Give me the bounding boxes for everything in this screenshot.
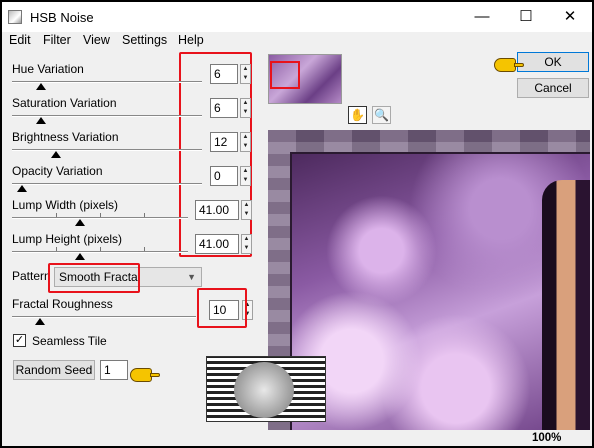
spin-up-icon[interactable]: ▲ <box>242 235 251 244</box>
slider-tick <box>144 213 145 217</box>
chevron-down-icon: ▼ <box>187 272 196 282</box>
app-icon <box>8 10 22 24</box>
lump-width-slider-thumb[interactable] <box>75 219 86 226</box>
lump-width-label: Lump Width (pixels) <box>12 198 119 212</box>
hue-variation-slider-thumb[interactable] <box>36 83 46 90</box>
hue-variation-spinner[interactable]: ▲ ▼ <box>240 64 251 84</box>
menu-edit[interactable]: Edit <box>9 33 31 47</box>
saturation-variation-spinner[interactable]: ▲ ▼ <box>240 98 251 118</box>
spin-down-icon[interactable]: ▼ <box>241 176 250 185</box>
maximize-icon[interactable]: ☐ <box>516 8 536 26</box>
spin-down-icon[interactable]: ▼ <box>241 108 250 117</box>
slider-tick <box>100 213 101 217</box>
minimize-icon[interactable]: — <box>472 8 492 26</box>
spin-down-icon[interactable]: ▼ <box>241 74 250 83</box>
menu-settings[interactable]: Settings <box>122 33 167 47</box>
pointing-hand-icon <box>494 58 524 72</box>
slider-tick <box>56 247 57 251</box>
menu-view[interactable]: View <box>83 33 110 47</box>
hue-variation-label: Hue Variation <box>12 62 84 76</box>
zoom-level: 100% <box>532 432 562 444</box>
hsb-noise-dialog: HSB Noise — ☐ ✕ Edit Filter View Setting… <box>2 2 592 446</box>
hue-variation-input[interactable]: 6 <box>210 64 238 84</box>
saturation-variation-slider-thumb[interactable] <box>36 117 46 124</box>
brightness-variation-slider-thumb[interactable] <box>51 151 62 158</box>
opacity-variation-track <box>12 183 202 185</box>
window-title: HSB Noise <box>30 10 94 25</box>
fractal-roughness-slider-thumb[interactable] <box>35 318 46 325</box>
roughness-highlight-box <box>197 288 247 328</box>
menu-help[interactable]: Help <box>178 33 204 47</box>
lump-height-slider-thumb[interactable] <box>75 253 86 260</box>
spin-up-icon[interactable]: ▲ <box>242 201 251 210</box>
pan-tool-icon[interactable]: ✋ <box>348 106 367 124</box>
opacity-variation-input[interactable]: 0 <box>210 166 238 186</box>
lump-height-spinner[interactable]: ▲ ▼ <box>241 234 252 254</box>
lump-width-spinner[interactable]: ▲ ▼ <box>241 200 252 220</box>
ok-button[interactable]: OK <box>517 52 589 72</box>
brightness-variation-label: Brightness Variation <box>12 130 119 144</box>
opacity-variation-slider-thumb[interactable] <box>17 185 27 192</box>
pointing-hand-icon <box>130 368 160 382</box>
spin-up-icon[interactable]: ▲ <box>241 65 250 74</box>
random-seed-button[interactable]: Random Seed <box>13 360 95 380</box>
opacity-variation-label: Opacity Variation <box>12 164 103 178</box>
spin-up-icon[interactable]: ▲ <box>241 133 250 142</box>
random-seed-input[interactable]: 1 <box>100 360 128 380</box>
spin-down-icon[interactable]: ▼ <box>242 210 251 219</box>
slider-tick <box>56 213 57 217</box>
preview-figure-image <box>542 180 590 430</box>
zoom-tool-icon[interactable]: 🔍 <box>372 106 391 124</box>
lump-height-input[interactable]: 41.00 <box>195 234 239 254</box>
lump-width-input[interactable]: 41.00 <box>195 200 239 220</box>
watermark-seal <box>234 362 294 418</box>
opacity-variation-spinner[interactable]: ▲ ▼ <box>240 166 251 186</box>
cancel-button[interactable]: Cancel <box>517 78 589 98</box>
spin-up-icon[interactable]: ▲ <box>241 99 250 108</box>
seamless-tile-checkbox[interactable]: ✓ <box>13 334 26 347</box>
screenshot-frame: HSB Noise — ☐ ✕ Edit Filter View Setting… <box>0 0 594 448</box>
lump-height-track <box>12 251 188 253</box>
menu-bar: Edit Filter View Settings Help <box>2 32 592 50</box>
spin-down-icon[interactable]: ▼ <box>242 244 251 253</box>
saturation-variation-label: Saturation Variation <box>12 96 117 110</box>
slider-tick <box>100 247 101 251</box>
menu-filter[interactable]: Filter <box>43 33 71 47</box>
pattern-label: Pattern <box>12 269 51 283</box>
spin-down-icon[interactable]: ▼ <box>241 142 250 151</box>
navigator-viewport-marker[interactable] <box>270 61 300 89</box>
seamless-tile-label: Seamless Tile <box>32 334 107 348</box>
lump-height-label: Lump Height (pixels) <box>12 232 123 246</box>
close-icon[interactable]: ✕ <box>560 8 580 26</box>
fractal-roughness-label: Fractal Roughness <box>12 297 113 311</box>
pattern-highlight-box <box>48 263 140 293</box>
brightness-variation-spinner[interactable]: ▲ ▼ <box>240 132 251 152</box>
saturation-variation-input[interactable]: 6 <box>210 98 238 118</box>
spin-up-icon[interactable]: ▲ <box>241 167 250 176</box>
lump-width-track <box>12 217 188 219</box>
title-bar: HSB Noise — ☐ ✕ <box>2 2 592 32</box>
brightness-variation-input[interactable]: 12 <box>210 132 238 152</box>
slider-tick <box>144 247 145 251</box>
brightness-variation-track <box>12 149 202 151</box>
